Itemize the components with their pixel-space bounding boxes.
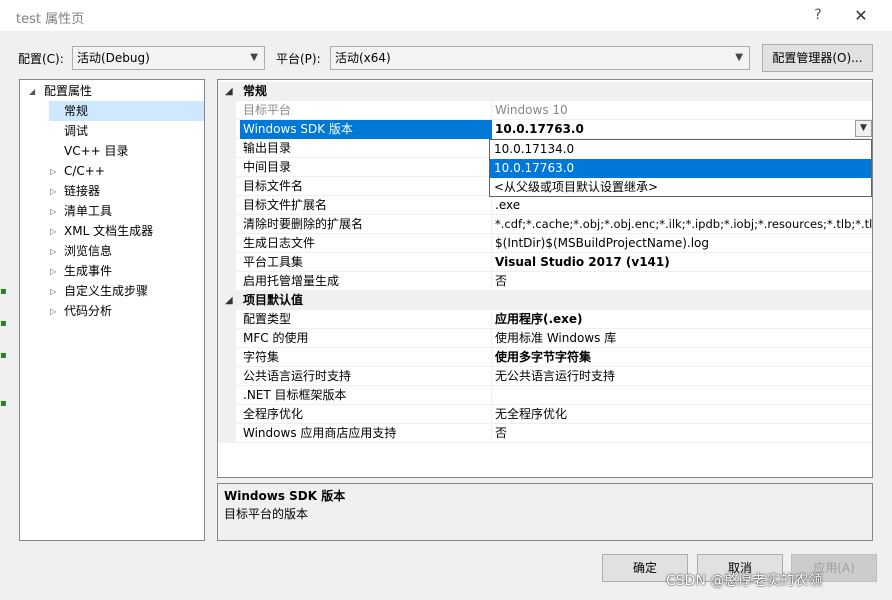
- tree-item-general[interactable]: 常规: [49, 101, 204, 121]
- property-value: $(IntDir)$(MSBuildProjectName).log: [495, 236, 710, 250]
- expand-triangle-icon[interactable]: ▷: [50, 167, 56, 176]
- property-name: .NET 目标框架版本: [243, 388, 347, 402]
- tree-item-browse-info[interactable]: 浏览信息: [64, 241, 112, 261]
- property-row-sdk-version[interactable]: Windows SDK 版本 10.0.17763.0: [218, 120, 872, 139]
- tree-root-config-properties[interactable]: 配置属性: [44, 81, 92, 101]
- property-name: 字符集: [243, 350, 280, 364]
- background-artifact: ▪: [0, 318, 7, 329]
- property-row[interactable]: 清除时要删除的扩展名 *.cdf;*.cache;*.obj;*.obj.enc…: [218, 215, 872, 234]
- expand-triangle-icon[interactable]: ▷: [50, 247, 56, 256]
- tree-item-vc-directories[interactable]: VC++ 目录: [64, 141, 129, 161]
- property-value: 使用标准 Windows 库: [495, 331, 617, 345]
- property-value: Windows 10: [495, 103, 568, 117]
- chevron-down-icon: ▼: [250, 52, 258, 63]
- property-name: 清除时要删除的扩展名: [243, 217, 364, 231]
- category-label: 常规: [243, 84, 268, 98]
- property-name: 目标文件扩展名: [243, 198, 328, 212]
- property-value: 否: [495, 426, 508, 440]
- category-general[interactable]: ◢ 常规: [218, 82, 872, 101]
- property-value: 应用程序(.exe): [495, 312, 583, 326]
- property-name: 配置类型: [243, 312, 292, 326]
- expand-triangle-icon[interactable]: ▷: [50, 267, 56, 276]
- property-value: 使用多字节字符集: [495, 350, 592, 364]
- collapse-caret-icon[interactable]: ◢: [225, 82, 233, 101]
- background-artifact: ▪: [0, 350, 7, 361]
- tree-item-custom-build-step[interactable]: 自定义生成步骤: [64, 281, 148, 301]
- property-value: 否: [495, 274, 508, 288]
- collapse-caret-icon[interactable]: ◢: [225, 291, 233, 310]
- property-value: 无公共语言运行时支持: [495, 369, 616, 383]
- property-row[interactable]: 生成日志文件 $(IntDir)$(MSBuildProjectName).lo…: [218, 234, 872, 253]
- property-value: 无全程序优化: [495, 407, 568, 421]
- expand-triangle-icon[interactable]: ▷: [50, 207, 56, 216]
- property-value: *.cdf;*.cache;*.obj;*.obj.enc;*.ilk;*.ip…: [495, 217, 873, 231]
- property-row[interactable]: .NET 目标框架版本: [218, 386, 872, 405]
- expanded-triangle-icon[interactable]: ◢: [29, 87, 35, 96]
- background-artifact: ▪: [0, 398, 7, 409]
- chevron-down-icon: ▼: [860, 123, 867, 133]
- close-button[interactable]: ✕: [850, 5, 872, 27]
- property-name: 目标文件名: [243, 179, 304, 193]
- config-select-value: 活动(Debug): [77, 51, 150, 65]
- expand-triangle-icon[interactable]: ▷: [50, 227, 56, 236]
- property-row[interactable]: 配置类型 应用程序(.exe): [218, 310, 872, 329]
- description-text: 目标平台的版本: [224, 507, 309, 521]
- tree-item-code-analysis[interactable]: 代码分析: [64, 301, 112, 321]
- platform-select-value: 活动(x64): [335, 51, 391, 65]
- description-title: Windows SDK 版本: [224, 489, 346, 503]
- property-tree: ◢ 配置属性 常规 调试 VC++ 目录 ▷ C/C++ ▷ 链接器 ▷ 清单工…: [19, 79, 205, 541]
- property-name: 生成日志文件: [243, 236, 316, 250]
- property-row[interactable]: 启用托管增量生成 否: [218, 272, 872, 291]
- sdk-option[interactable]: 10.0.17134.0: [490, 140, 871, 159]
- sdk-option[interactable]: <从父级或项目默认设置继承>: [490, 178, 871, 197]
- property-row[interactable]: 目标文件扩展名 .exe: [218, 196, 872, 215]
- property-row[interactable]: 公共语言运行时支持 无公共语言运行时支持: [218, 367, 872, 386]
- property-name: Windows 应用商店应用支持: [243, 426, 397, 440]
- property-row[interactable]: 全程序优化 无全程序优化: [218, 405, 872, 424]
- property-name: 全程序优化: [243, 407, 304, 421]
- window-title: test 属性页: [16, 12, 85, 27]
- config-select[interactable]: 活动(Debug) ▼: [72, 46, 265, 70]
- platform-label: 平台(P):: [276, 52, 321, 66]
- category-project-defaults[interactable]: ◢ 项目默认值: [218, 291, 872, 310]
- sdk-version-dropdown-button[interactable]: ▼: [855, 120, 872, 137]
- property-value: Visual Studio 2017 (v141): [495, 255, 670, 269]
- platform-select[interactable]: 活动(x64) ▼: [330, 46, 750, 70]
- property-name: 输出目录: [243, 141, 292, 155]
- property-row[interactable]: 字符集 使用多字节字符集: [218, 348, 872, 367]
- tree-item-c-cpp[interactable]: C/C++: [64, 161, 105, 181]
- expand-triangle-icon[interactable]: ▷: [50, 287, 56, 296]
- category-label: 项目默认值: [243, 293, 304, 307]
- configuration-manager-button[interactable]: 配置管理器(O)...: [762, 44, 873, 72]
- chevron-down-icon: ▼: [735, 52, 743, 63]
- tree-item-build-events[interactable]: 生成事件: [64, 261, 112, 281]
- sdk-version-dropdown-list: 10.0.17134.0 10.0.17763.0 <从父级或项目默认设置继承>: [489, 139, 872, 197]
- property-name: 平台工具集: [243, 255, 304, 269]
- property-name: 公共语言运行时支持: [243, 369, 352, 383]
- background-artifact: ▪: [0, 286, 7, 297]
- property-value: .exe: [495, 198, 521, 212]
- sdk-option-highlighted[interactable]: 10.0.17763.0: [490, 159, 871, 178]
- title-bar: test 属性页 ? ✕: [0, 0, 892, 31]
- tree-item-debugging[interactable]: 调试: [64, 121, 88, 141]
- property-name: MFC 的使用: [243, 331, 309, 345]
- property-row[interactable]: 目标平台 Windows 10: [218, 101, 872, 120]
- property-value[interactable]: 10.0.17763.0: [495, 120, 584, 139]
- property-name: 启用托管增量生成: [243, 274, 340, 288]
- tree-item-xml-doc-generator[interactable]: XML 文档生成器: [64, 221, 153, 241]
- property-row[interactable]: Windows 应用商店应用支持 否: [218, 424, 872, 443]
- property-name: Windows SDK 版本: [240, 120, 492, 139]
- expand-triangle-icon[interactable]: ▷: [50, 307, 56, 316]
- property-row[interactable]: 平台工具集 Visual Studio 2017 (v141): [218, 253, 872, 272]
- watermark: CSDN @憨厚老实的农领: [666, 573, 823, 589]
- property-name: 目标平台: [243, 103, 292, 117]
- config-label: 配置(C):: [18, 52, 64, 66]
- property-row[interactable]: MFC 的使用 使用标准 Windows 库: [218, 329, 872, 348]
- help-button[interactable]: ?: [808, 5, 828, 25]
- tree-item-linker[interactable]: 链接器: [64, 181, 100, 201]
- expand-triangle-icon[interactable]: ▷: [50, 187, 56, 196]
- description-panel: Windows SDK 版本 目标平台的版本: [217, 483, 873, 541]
- tree-item-manifest-tool[interactable]: 清单工具: [64, 201, 112, 221]
- property-name: 中间目录: [243, 160, 292, 174]
